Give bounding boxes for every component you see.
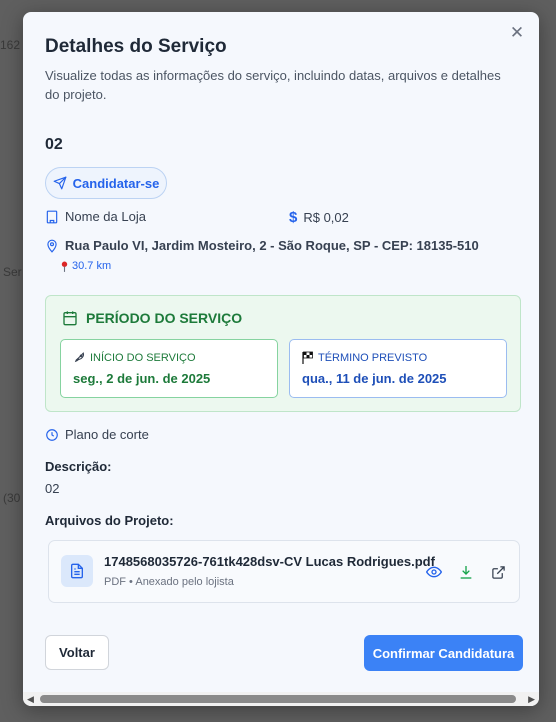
period-header: PERÍODO DO SERVIÇO [62,310,242,326]
apply-button-label: Candidatar-se [72,175,160,191]
file-name: 1748568035726-761tk428dsv-CV Lucas Rodri… [104,554,435,569]
plan-row: Plano de corte [45,427,149,442]
service-name: 02 [45,136,63,153]
file-meta: PDF • Anexado pelo lojista [104,576,234,588]
background-text: 162 [0,38,21,52]
background-text: (30 [3,491,21,505]
back-button[interactable]: Voltar [45,635,109,670]
start-date-value: seg., 2 de jun. de 2025 [73,371,211,386]
start-date-label-row: INÍCIO DO SERVIÇO [73,351,196,364]
address-text: Rua Paulo VI, Jardim Mosteiro, 2 - São R… [65,238,479,253]
pushpin-icon [60,261,69,272]
plan-text: Plano de corte [65,427,149,442]
horizontal-scrollbar[interactable]: ◀ ▶ [23,692,539,706]
checkered-flag-icon [302,351,314,364]
send-icon [53,176,67,190]
file-item: 1748568035726-761tk428dsv-CV Lucas Rodri… [48,540,520,603]
dialog-subtitle: Visualize todas as informações do serviç… [45,68,501,102]
download-icon[interactable] [457,563,475,581]
rocket-icon [73,351,86,364]
description-label: Descrição: [45,459,112,474]
start-date-label: INÍCIO DO SERVIÇO [90,351,196,364]
background-text: Ser [3,265,22,279]
scroll-left-icon[interactable]: ◀ [27,694,34,705]
end-date-label: TÉRMINO PREVISTO [318,351,428,364]
close-icon[interactable]: ✕ [509,24,525,41]
store-name: Nome da Loja [65,209,146,224]
end-date-label-row: TÉRMINO PREVISTO [302,351,427,364]
scrollbar-thumb[interactable] [40,695,516,703]
clock-icon [45,428,59,442]
eye-icon[interactable] [425,563,443,581]
dialog-title: Detalhes do Serviço [45,36,227,57]
start-date-card: INÍCIO DO SERVIÇO seg., 2 de jun. de 202… [60,339,278,398]
service-period-card: PERÍODO DO SERVIÇO INÍCIO DO SERVIÇO seg… [45,295,521,412]
building-icon [45,210,59,224]
period-title: PERÍODO DO SERVIÇO [86,310,243,326]
price-row: $ R$ 0,02 [289,209,349,226]
distance: 30.7 km [60,260,111,272]
calendar-icon [62,310,78,326]
price-value: R$ 0,02 [303,210,349,225]
distance-value: 30.7 km [72,260,112,272]
file-actions [425,563,507,581]
address-row: Rua Paulo VI, Jardim Mosteiro, 2 - São R… [45,238,479,253]
end-date-value: qua., 11 de jun. de 2025 [302,371,447,386]
external-link-icon[interactable] [489,563,507,581]
confirm-application-button[interactable]: Confirmar Candidatura [364,635,523,671]
files-label: Arquivos do Projeto: [45,513,174,528]
scroll-right-icon[interactable]: ▶ [528,694,535,705]
dollar-icon: $ [289,209,298,226]
apply-button[interactable]: Candidatar-se [45,167,167,199]
description-value: 02 [45,481,60,496]
file-text-icon [61,555,93,587]
end-date-card: TÉRMINO PREVISTO qua., 11 de jun. de 202… [289,339,507,398]
service-details-dialog: ✕ Detalhes do Serviço Visualize todas as… [23,12,539,706]
store-row: Nome da Loja [45,209,146,224]
map-pin-icon [45,239,59,253]
